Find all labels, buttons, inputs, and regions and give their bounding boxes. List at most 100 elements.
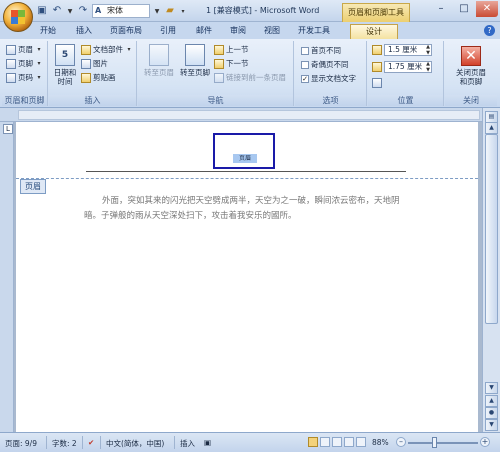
- tab-review[interactable]: 审阅: [226, 24, 250, 39]
- body-paragraph: 外面，突如其来的闪光把天空劈成两半，天空为之一破，瞬间浓云密布，天地阴暗。子弹般…: [84, 196, 400, 221]
- group-label-insert: 插入: [49, 95, 136, 106]
- web-layout-view-icon[interactable]: [332, 437, 342, 447]
- tab-stop-selector-icon[interactable]: L: [3, 124, 13, 134]
- tab-mailings[interactable]: 邮件: [192, 24, 216, 39]
- open-folder-icon[interactable]: ▰: [164, 5, 176, 17]
- minimize-icon[interactable]: –: [430, 1, 452, 17]
- office-button[interactable]: [3, 2, 33, 32]
- alignment-tab-icon: [372, 78, 382, 88]
- font-dropdown-icon[interactable]: ▼: [153, 8, 161, 15]
- zoom-in-icon[interactable]: +: [480, 437, 490, 447]
- doc-parts-dropdown-icon: ▾: [127, 46, 131, 53]
- header-button[interactable]: 页眉 ▾: [6, 44, 43, 55]
- odd-even-different-option[interactable]: 奇偶页不同: [301, 59, 349, 70]
- tab-page-layout[interactable]: 页面布局: [106, 24, 146, 39]
- clip-art-label: 剪贴画: [93, 73, 116, 82]
- page-number-dropdown-icon: ▾: [37, 74, 41, 81]
- zoom-out-icon[interactable]: –: [396, 437, 406, 447]
- goto-header-label: 转至页眉: [144, 68, 174, 77]
- maximize-icon[interactable]: □: [453, 1, 475, 17]
- word-count[interactable]: 字数: 2: [52, 438, 77, 449]
- full-screen-reading-view-icon[interactable]: [320, 437, 330, 447]
- insert-mode-indicator[interactable]: 插入: [180, 438, 195, 449]
- close-window-icon[interactable]: ✕: [476, 1, 498, 17]
- calendar-icon: 5: [55, 44, 75, 66]
- date-time-label: 日期和时间: [53, 68, 77, 86]
- group-label-options: 选项: [295, 95, 366, 106]
- footer-position-spinner[interactable]: 1.75 厘米 ▲ ▼: [384, 61, 432, 73]
- scroll-thumb[interactable]: [485, 134, 498, 324]
- tab-design[interactable]: 设计: [350, 24, 398, 39]
- proofing-icon[interactable]: ✔: [88, 438, 94, 447]
- previous-section-button[interactable]: 上一节: [214, 44, 249, 55]
- footer-button[interactable]: 页脚 ▾: [6, 58, 43, 69]
- previous-section-icon: [214, 44, 224, 55]
- page-number-button[interactable]: 页码 ▾: [6, 72, 43, 83]
- doc-parts-button[interactable]: 文档部件 ▾: [81, 44, 133, 55]
- tab-insert[interactable]: 插入: [72, 24, 96, 39]
- horizontal-ruler: [0, 108, 500, 122]
- document-page[interactable]: 页眉 页眉 外面，突如其来的闪光把天空劈成两半，天空为之一破，瞬间浓云密布，天地…: [16, 122, 478, 432]
- redo-icon[interactable]: ↷: [77, 5, 89, 17]
- tab-developer[interactable]: 开发工具: [294, 24, 334, 39]
- next-section-button[interactable]: 下一节: [214, 58, 249, 69]
- select-browse-object-icon[interactable]: ●: [485, 407, 498, 419]
- header-position-icon: [372, 45, 382, 55]
- print-layout-view-icon[interactable]: [308, 437, 318, 447]
- footer-icon: [6, 58, 16, 69]
- tab-references[interactable]: 引用: [156, 24, 180, 39]
- picture-button[interactable]: 图片: [81, 58, 108, 69]
- link-previous-button[interactable]: 链接到前一条页眉: [214, 72, 286, 83]
- group-label-position: 位置: [368, 95, 443, 106]
- odd-even-checkbox[interactable]: [301, 60, 309, 69]
- undo-dropdown-icon[interactable]: ▼: [66, 8, 74, 15]
- language-indicator[interactable]: 中文(简体，中国): [106, 438, 164, 449]
- window-title: 1 [兼容模式] - Microsoft Word: [206, 6, 320, 15]
- zoom-slider-track[interactable]: [408, 442, 478, 444]
- scroll-up-icon[interactable]: ▲: [485, 122, 498, 134]
- save-icon[interactable]: ▣: [36, 5, 48, 17]
- tab-view[interactable]: 视图: [260, 24, 284, 39]
- scroll-down-icon[interactable]: ▼: [485, 382, 498, 394]
- show-text-checkbox[interactable]: ✓: [301, 74, 309, 83]
- previous-page-icon[interactable]: ▲: [485, 395, 498, 407]
- draft-view-icon[interactable]: [356, 437, 366, 447]
- previous-section-label: 上一节: [226, 45, 249, 54]
- clip-art-button[interactable]: 剪贴画: [81, 72, 116, 83]
- footer-position-field[interactable]: 1.75 厘米 ▲ ▼: [372, 61, 432, 73]
- group-insert: 5 日期和时间 文档部件 ▾ 图片 剪贴画 插入: [49, 41, 137, 106]
- first-page-checkbox[interactable]: [301, 46, 309, 55]
- undo-icon[interactable]: ↶: [51, 5, 63, 17]
- first-page-different-option[interactable]: 首页不同: [301, 45, 341, 56]
- header-position-spinner[interactable]: 1.5 厘米 ▲ ▼: [384, 44, 432, 56]
- font-name-combo[interactable]: A 宋体: [92, 4, 150, 18]
- next-section-label: 下一节: [226, 59, 249, 68]
- date-time-button[interactable]: 5 日期和时间: [52, 44, 78, 86]
- goto-header-button[interactable]: 转至页眉: [142, 44, 176, 77]
- outline-view-icon[interactable]: [344, 437, 354, 447]
- footer-position-spin-arrows-icon[interactable]: ▲ ▼: [426, 61, 430, 73]
- insert-alignment-tab-button[interactable]: [372, 78, 382, 88]
- header-position-spin-arrows-icon[interactable]: ▲ ▼: [426, 44, 430, 56]
- header-selected-text[interactable]: 页眉: [233, 154, 257, 163]
- show-document-text-option[interactable]: ✓ 显示文档文字: [301, 73, 356, 84]
- zoom-level[interactable]: 88%: [372, 438, 389, 447]
- group-position: 1.5 厘米 ▲ ▼ 1.75 厘米 ▲ ▼ 位置: [368, 41, 444, 106]
- goto-footer-button[interactable]: 转至页脚: [178, 44, 212, 77]
- header-position-field[interactable]: 1.5 厘米 ▲ ▼: [372, 44, 432, 56]
- next-page-icon[interactable]: ▼: [485, 419, 498, 431]
- page-count[interactable]: 页面: 9/9: [5, 438, 37, 449]
- help-icon[interactable]: ?: [484, 25, 495, 36]
- close-header-footer-button[interactable]: ✕ 关闭页眉和页脚: [447, 46, 495, 86]
- picture-icon: [81, 58, 91, 69]
- goto-footer-icon: [185, 44, 205, 66]
- vertical-scrollbar[interactable]: ▤ ▲ ▼ ▲ ● ▼: [482, 108, 500, 432]
- tab-home[interactable]: 开始: [36, 24, 60, 39]
- link-previous-label: 链接到前一条页眉: [226, 73, 286, 82]
- doc-parts-icon: [81, 44, 91, 55]
- zoom-slider-thumb[interactable]: [432, 437, 437, 448]
- vertical-ruler: L: [0, 122, 14, 432]
- macro-record-icon[interactable]: ▣: [204, 438, 211, 447]
- qat-customize-icon[interactable]: ▾: [179, 8, 187, 15]
- doc-parts-label: 文档部件: [93, 45, 123, 54]
